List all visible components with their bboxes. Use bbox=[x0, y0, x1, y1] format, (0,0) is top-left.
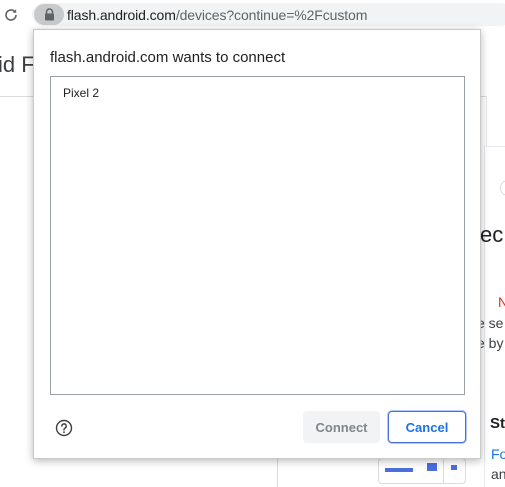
url-host: flash.android.com bbox=[67, 7, 176, 23]
subheading-fragment: St bbox=[490, 415, 505, 432]
link-fragment[interactable]: Fo bbox=[491, 446, 505, 462]
side-panel-header bbox=[486, 96, 505, 147]
device-list-item[interactable]: Pixel 2 bbox=[51, 83, 464, 103]
warning-text-fragment: N bbox=[498, 294, 505, 310]
device-name: Pixel 2 bbox=[63, 86, 100, 100]
radio-option[interactable] bbox=[500, 180, 505, 196]
lock-icon bbox=[44, 8, 54, 21]
device-list[interactable]: Pixel 2 bbox=[50, 76, 465, 395]
url-path: /devices?continue=%2Fcustom bbox=[175, 7, 368, 23]
reload-button[interactable] bbox=[0, 4, 22, 26]
device-chooser-dialog: flash.android.com wants to connect Pixel… bbox=[33, 29, 481, 459]
connect-button[interactable]: Connect bbox=[303, 411, 380, 443]
page-title-fragment: id F bbox=[0, 52, 35, 77]
reload-icon bbox=[5, 9, 17, 21]
browser-toolbar: flash.android.com/devices?continue=%2Fcu… bbox=[0, 0, 505, 29]
device-illustration bbox=[378, 458, 466, 484]
site-info-button[interactable] bbox=[34, 4, 64, 25]
help-button[interactable] bbox=[55, 419, 73, 437]
dialog-title: flash.android.com wants to connect bbox=[50, 49, 286, 66]
url-text: flash.android.com/devices?continue=%2Fcu… bbox=[67, 7, 367, 23]
cancel-button[interactable]: Cancel bbox=[388, 411, 466, 443]
illustration-bar bbox=[385, 468, 413, 472]
address-bar[interactable]: flash.android.com/devices?continue=%2Fcu… bbox=[32, 3, 505, 26]
section-heading-fragment: ec bbox=[480, 222, 504, 247]
browser-window: flash.android.com/devices?continue=%2Fcu… bbox=[0, 0, 505, 487]
illustration-block bbox=[427, 463, 437, 471]
illustration-divider bbox=[443, 459, 444, 483]
help-circle-icon bbox=[55, 419, 73, 437]
illustration-block bbox=[451, 465, 457, 470]
body-text-fragment: an bbox=[491, 466, 505, 482]
